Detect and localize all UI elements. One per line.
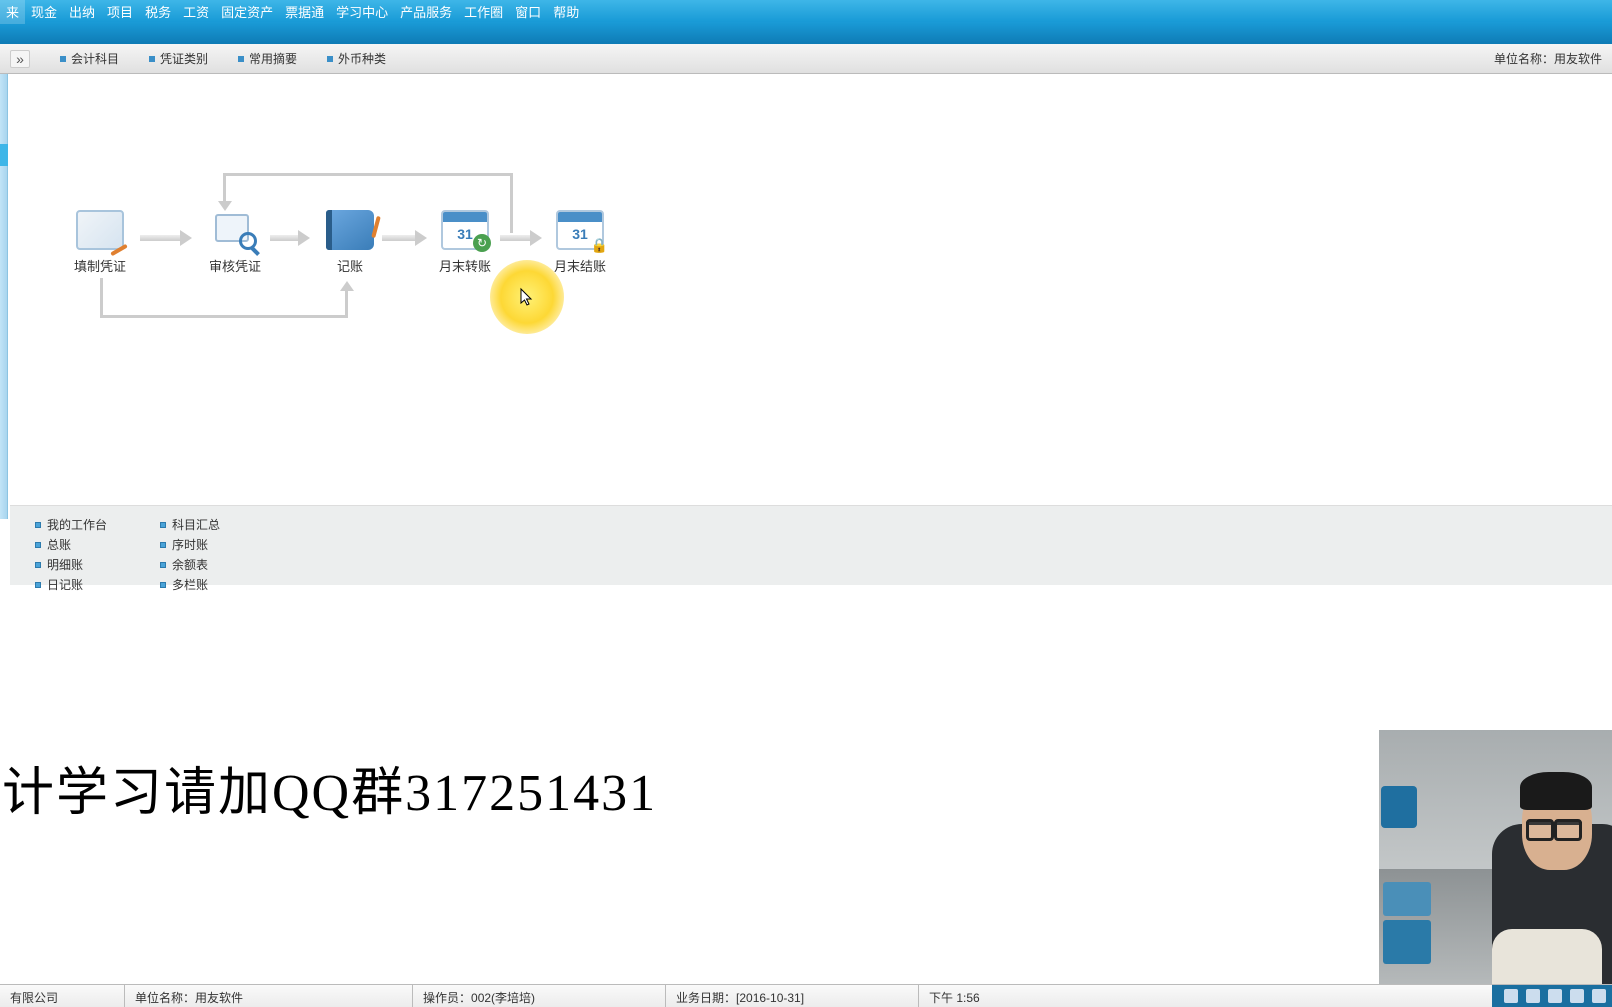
- unit-name-label: 单位名称：用友软件: [1494, 50, 1602, 67]
- flow-node-month-close[interactable]: 31 月末结账: [540, 210, 620, 275]
- flow-line: [223, 173, 226, 203]
- arrow-right-icon: [382, 233, 427, 243]
- tray-icon[interactable]: [1592, 989, 1606, 1003]
- link-label: 科目汇总: [172, 516, 220, 533]
- status-company: 有限公司: [0, 985, 125, 1007]
- menu-item-help[interactable]: 帮助: [547, 0, 585, 24]
- toolbar-label: 外币种类: [338, 50, 386, 67]
- flow-label: 月末结账: [540, 256, 620, 275]
- link-label: 余额表: [172, 556, 208, 573]
- tray-icon[interactable]: [1526, 989, 1540, 1003]
- toolbar-item-forex[interactable]: 外币种类: [327, 50, 386, 67]
- link-label: 总账: [47, 536, 71, 553]
- review-icon: [211, 210, 259, 250]
- toolbar-item-common-summary[interactable]: 常用摘要: [238, 50, 297, 67]
- toolbar-label: 会计科目: [71, 50, 119, 67]
- square-icon: [35, 542, 41, 548]
- bullet-icon: [238, 56, 244, 62]
- toolbar-label: 常用摘要: [249, 50, 297, 67]
- tray-icon[interactable]: [1570, 989, 1584, 1003]
- square-icon: [35, 522, 41, 528]
- menu-item-tax[interactable]: 税务: [139, 0, 177, 24]
- menu-item-window[interactable]: 窗口: [509, 0, 547, 24]
- flow-node-post[interactable]: 记账: [310, 210, 390, 275]
- menu-item-products[interactable]: 产品服务: [394, 0, 458, 24]
- flow-label: 填制凭证: [60, 256, 140, 275]
- menu-item-workcircle[interactable]: 工作圈: [458, 0, 509, 24]
- flow-line: [100, 315, 348, 318]
- menu-item-learning[interactable]: 学习中心: [330, 0, 394, 24]
- menu-item-fixed-assets[interactable]: 固定资产: [215, 0, 279, 24]
- link-general-ledger[interactable]: 总账: [35, 536, 107, 553]
- arrow-right-icon: [500, 233, 542, 243]
- square-icon: [35, 562, 41, 568]
- link-chrono[interactable]: 序时账: [160, 536, 220, 553]
- link-multi-column[interactable]: 多栏账: [160, 576, 220, 593]
- arrow-up-icon: [340, 281, 354, 291]
- calendar-lock-icon: 31: [556, 210, 604, 250]
- status-unit: 单位名称：用友软件: [125, 985, 413, 1007]
- left-sidebar-edge[interactable]: [0, 74, 8, 519]
- flow-line: [100, 278, 103, 318]
- menu-item-lai[interactable]: 来: [0, 0, 25, 24]
- main-menu-bar: 来 现金 出纳 项目 税务 工资 固定资产 票据通 学习中心 产品服务 工作圈 …: [0, 0, 1612, 22]
- square-icon: [160, 542, 166, 548]
- status-date: 业务日期：[2016-10-31]: [666, 985, 919, 1007]
- arrow-right-icon: [140, 233, 192, 243]
- square-icon: [35, 582, 41, 588]
- menu-item-bills[interactable]: 票据通: [279, 0, 330, 24]
- calendar-refresh-icon: 31: [441, 210, 489, 250]
- toolbar-label: 凭证类别: [160, 50, 208, 67]
- flow-line: [345, 290, 348, 318]
- flow-line: [223, 173, 513, 176]
- flow-node-month-transfer[interactable]: 31 月末转账: [425, 210, 505, 275]
- status-operator: 操作员：002(李培培): [413, 985, 666, 1007]
- menu-item-salary[interactable]: 工资: [177, 0, 215, 24]
- bullet-icon: [327, 56, 333, 62]
- link-label: 明细账: [47, 556, 83, 573]
- toolbar: » 会计科目 凭证类别 常用摘要 外币种类 单位名称：用友软件: [0, 44, 1612, 74]
- watermark-text: 计学习请加QQ群317251431: [2, 750, 657, 825]
- menu-item-cash[interactable]: 现金: [25, 0, 63, 24]
- menu-item-cashier[interactable]: 出纳: [63, 0, 101, 24]
- flow-line: [510, 173, 513, 233]
- link-label: 序时账: [172, 536, 208, 553]
- workflow-canvas: 填制凭证 审核凭证 记账 31 月末转账 31 月末结账: [10, 85, 1612, 505]
- flow-label: 审核凭证: [195, 256, 275, 275]
- link-journal[interactable]: 日记账: [35, 576, 107, 593]
- flow-label: 月末转账: [425, 256, 505, 275]
- tray-icon[interactable]: [1504, 989, 1518, 1003]
- square-icon: [160, 562, 166, 568]
- flow-node-make-voucher[interactable]: 填制凭证: [60, 210, 140, 275]
- menu-item-project[interactable]: 项目: [101, 0, 139, 24]
- link-account-summary[interactable]: 科目汇总: [160, 516, 220, 533]
- flow-node-review-voucher[interactable]: 审核凭证: [195, 210, 275, 275]
- status-bar: 有限公司 单位名称：用友软件 操作员：002(李培培) 业务日期：[2016-1…: [0, 984, 1612, 1007]
- link-label: 日记账: [47, 576, 83, 593]
- bullet-icon: [149, 56, 155, 62]
- square-icon: [160, 582, 166, 588]
- link-balance-sheet[interactable]: 余额表: [160, 556, 220, 573]
- arrow-right-icon: [270, 233, 310, 243]
- link-label: 我的工作台: [47, 516, 107, 533]
- webcam-overlay: [1379, 730, 1612, 984]
- system-tray: [1492, 985, 1612, 1007]
- book-icon: [326, 210, 374, 250]
- quick-links-panel: 我的工作台 总账 明细账 日记账 科目汇总 序时账 余额表 多栏账: [10, 505, 1612, 585]
- toolbar-item-voucher-type[interactable]: 凭证类别: [149, 50, 208, 67]
- collapse-button[interactable]: »: [10, 50, 30, 68]
- square-icon: [160, 522, 166, 528]
- tray-icon[interactable]: [1548, 989, 1562, 1003]
- flow-label: 记账: [310, 256, 390, 275]
- toolbar-item-accounts[interactable]: 会计科目: [60, 50, 119, 67]
- voucher-icon: [76, 210, 124, 250]
- header-strip: [0, 22, 1612, 44]
- link-my-workbench[interactable]: 我的工作台: [35, 516, 107, 533]
- bullet-icon: [60, 56, 66, 62]
- link-label: 多栏账: [172, 576, 208, 593]
- link-detail-ledger[interactable]: 明细账: [35, 556, 107, 573]
